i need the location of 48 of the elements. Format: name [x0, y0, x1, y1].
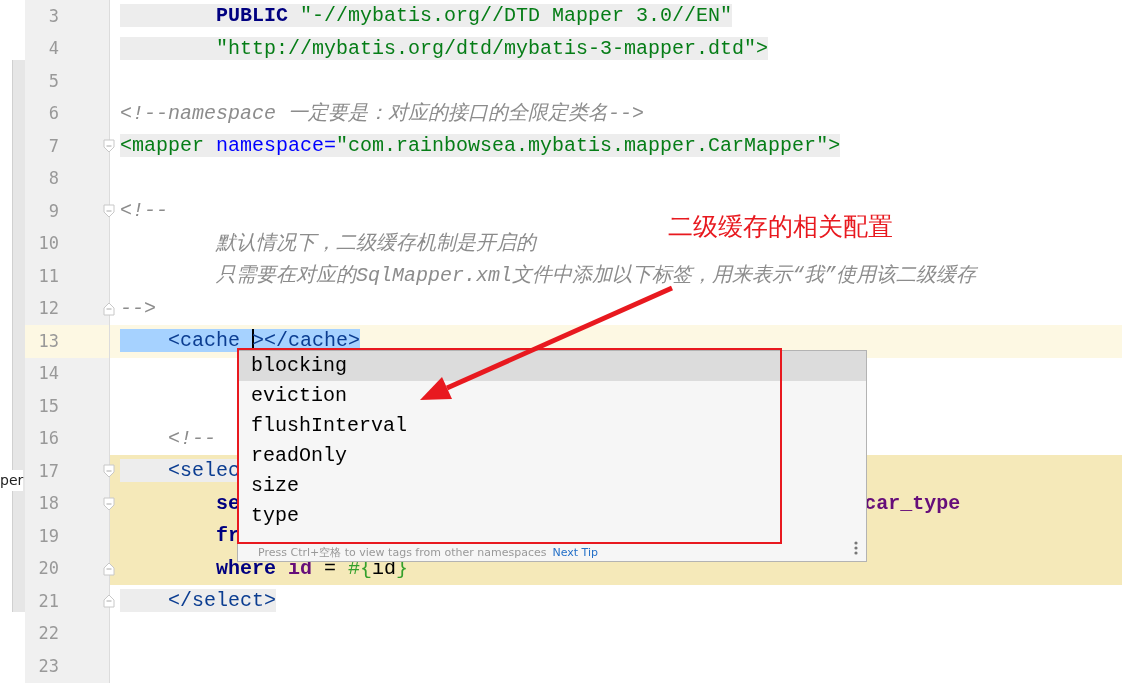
completion-item[interactable]: size: [251, 471, 299, 501]
line-number: 4: [47, 37, 59, 60]
code-line: <!--: [120, 198, 168, 225]
code-line: 默认情况下，二级缓存机制是开启的: [214, 230, 536, 257]
project-item-label[interactable]: per: [0, 470, 24, 491]
completion-item[interactable]: eviction: [251, 381, 347, 411]
line-number: 7: [47, 134, 59, 158]
completion-item[interactable]: flushInterval: [251, 411, 408, 441]
code-line: <!--: [167, 425, 216, 452]
fold-marker-icon[interactable]: [103, 561, 115, 576]
line-number: 14: [37, 362, 59, 385]
fold-marker-icon[interactable]: [103, 204, 115, 219]
fold-marker-icon[interactable]: [103, 594, 115, 609]
line-number: 10: [37, 232, 59, 255]
code-line: fr: [215, 523, 241, 550]
line-number: 11: [37, 264, 59, 288]
code-line: <mapper namespace="com.rainbowsea.mybatis.mapper.CarMapper">: [120, 133, 841, 160]
next-tip-link[interactable]: Next Tip: [552, 544, 598, 561]
code-line: <!--namespace 一定要是：对应的接口的全限定类名-->: [120, 100, 645, 127]
line-number: 15: [37, 394, 59, 418]
line-number: 20: [37, 557, 59, 580]
line-number: 16: [37, 427, 59, 450]
code-line: 只需要在对应的SqlMapper.xml文件中添加以下标签，用来表示“我”使用该二级缓存: [215, 263, 977, 290]
line-number: 9: [47, 199, 59, 223]
line-number: 19: [37, 524, 59, 548]
line-number: 8: [47, 167, 59, 190]
fold-marker-icon[interactable]: [103, 301, 115, 316]
line-number: 3: [47, 4, 59, 28]
line-number: 22: [37, 622, 59, 645]
completion-item[interactable]: blocking: [251, 351, 347, 381]
line-number: 21: [37, 589, 59, 613]
fold-marker-icon[interactable]: [103, 139, 115, 154]
code-line: car_type: [864, 490, 961, 517]
completion-item[interactable]: type: [251, 501, 299, 531]
more-options-icon[interactable]: [854, 541, 858, 555]
completion-item[interactable]: readOnly: [251, 441, 347, 471]
hint-text: Press Ctrl+空格 to view tags from other namespaces: [258, 544, 547, 559]
code-line: -->: [120, 295, 156, 322]
line-number: 23: [37, 654, 59, 678]
fold-marker-icon[interactable]: [103, 496, 115, 511]
line-number: 12: [37, 297, 59, 320]
line-number: 13: [37, 329, 59, 353]
line-number: 17: [37, 459, 59, 483]
annotation-text: 二级缓存的相关配置: [668, 211, 893, 243]
line-number: 6: [47, 102, 59, 125]
fold-marker-icon[interactable]: [103, 464, 115, 479]
line-number: 5: [47, 69, 59, 93]
line-number: 18: [37, 492, 59, 515]
